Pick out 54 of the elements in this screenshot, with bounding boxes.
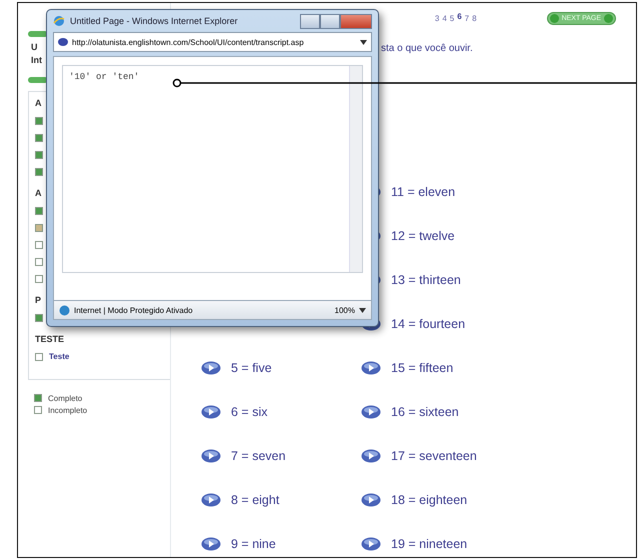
scrollbar[interactable] — [349, 66, 362, 272]
play-icon[interactable] — [201, 405, 221, 419]
zoom-level[interactable]: 100% — [334, 306, 355, 314]
number-word: 18 = eighteen — [391, 493, 468, 507]
unit-title: Int — [31, 54, 42, 67]
play-icon[interactable] — [361, 405, 381, 419]
page-icon — [58, 38, 68, 46]
section-heading: TESTE — [35, 334, 66, 344]
number-word: 14 = fourteen — [391, 317, 466, 331]
globe-icon — [59, 304, 70, 316]
number-word: 11 = eleven — [391, 185, 456, 199]
instruction-text: sta o que você ouvir. — [381, 43, 473, 54]
minimize-button[interactable] — [300, 14, 320, 28]
number-word: 16 = sixteen — [391, 405, 459, 419]
number-word: 7 = seven — [231, 449, 286, 463]
number-word: 13 = thirteen — [391, 273, 461, 287]
page-link[interactable]: 7 — [464, 14, 470, 22]
close-button[interactable] — [340, 14, 372, 28]
number-word: 12 = twelve — [391, 229, 455, 243]
play-icon[interactable] — [201, 361, 221, 375]
play-icon[interactable] — [361, 449, 381, 463]
number-word: 8 = eight — [231, 493, 280, 507]
status-text: Internet | Modo Protegido Ativado — [74, 306, 194, 314]
play-icon[interactable] — [201, 449, 221, 463]
play-icon[interactable] — [361, 537, 381, 551]
play-icon[interactable] — [361, 493, 381, 507]
page-link[interactable]: 3 — [434, 14, 440, 22]
transcript-area: '10' or 'ten' — [62, 65, 363, 273]
play-icon[interactable] — [201, 537, 221, 551]
number-word: 17 = seventeen — [391, 449, 477, 463]
number-word: 5 = five — [231, 361, 272, 375]
play-icon[interactable] — [361, 361, 381, 375]
number-word: 6 = six — [231, 405, 268, 419]
number-word: 19 = nineteen — [391, 537, 468, 551]
number-word: 15 = fifteen — [391, 361, 454, 375]
caret-icon[interactable] — [359, 308, 366, 312]
lesson-link[interactable]: Teste — [49, 352, 70, 361]
maximize-button[interactable] — [320, 14, 340, 28]
section-heading: A — [35, 188, 42, 198]
window-title: Untitled Page - Windows Internet Explorer — [70, 16, 239, 26]
play-icon[interactable] — [201, 493, 221, 507]
page-link[interactable]: 6 — [457, 12, 462, 20]
page-link[interactable]: 5 — [450, 14, 454, 22]
page-link[interactable]: 8 — [472, 14, 477, 22]
page-link[interactable]: 4 — [442, 14, 447, 22]
number-word: 9 = nine — [231, 537, 276, 551]
section-heading: A — [35, 98, 42, 108]
legend-label: Incompleto — [48, 406, 88, 414]
legend-label: Completo — [48, 394, 82, 402]
address-bar[interactable]: http://olatunista.englishtown.com/School/UI/content/transcript.asp — [53, 32, 372, 52]
unit-title: U — [31, 41, 38, 54]
caret-icon[interactable] — [360, 40, 367, 44]
browser-icon — [53, 15, 65, 27]
section-heading: P — [35, 295, 42, 305]
